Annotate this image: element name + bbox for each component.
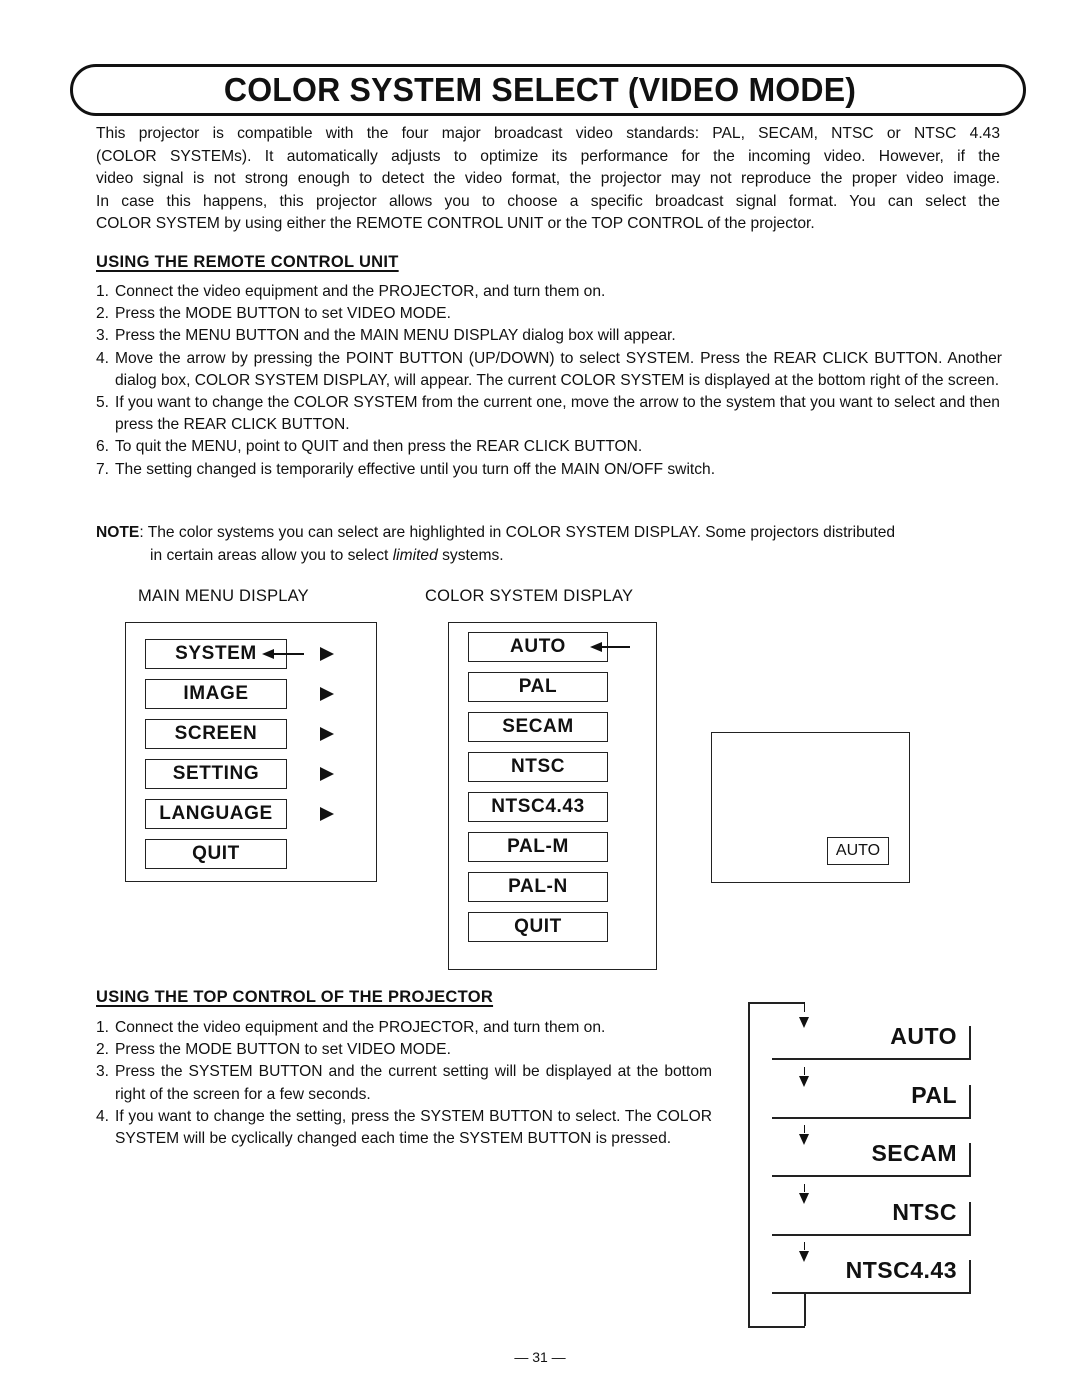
cycle-arrow-stem (803, 1125, 805, 1133)
cycle-item-ntsc: NTSC (892, 1198, 957, 1225)
submenu-arrow-icon (320, 807, 334, 821)
intro-line: COLOR SYSTEM by using either the REMOTE … (96, 215, 815, 232)
color-system-item-pal-n[interactable]: PAL-N (468, 872, 608, 902)
main-menu-caption: MAIN MENU DISPLAY (138, 587, 309, 605)
selection-pointer-icon (590, 642, 630, 652)
note-emphasis: limited (392, 546, 438, 564)
color-system-item-ntsc[interactable]: NTSC (468, 752, 608, 782)
note-continuation: in certain areas allow you to select lim… (96, 545, 1002, 568)
step-text: Press the MODE BUTTON to set VIDEO MODE. (115, 1041, 451, 1059)
cycle-box-right (969, 1084, 971, 1117)
cycle-box-bottom (772, 1292, 971, 1294)
list-item: 1. Connect the video equipment and the PR… (96, 1017, 712, 1039)
list-item: 6. To quit the MENU, point to QUIT and th… (96, 436, 1002, 458)
step-number: 4. (96, 349, 110, 367)
cycle-loop-top (748, 1002, 804, 1004)
step-text: Connect the video equipment and the PROJ… (115, 283, 606, 300)
step-text: Connect the video equipment and the PROJ… (115, 1019, 606, 1036)
step-number: 3. (96, 1063, 110, 1081)
step-number: 7. (96, 460, 110, 478)
cycle-loop-left (748, 1002, 750, 1326)
note-text: : The color systems you can select are h… (139, 524, 896, 541)
note-text-cont: in certain areas allow you to select (150, 546, 393, 564)
color-system-item-pal-m[interactable]: PAL-M (468, 832, 608, 862)
step-number: 2. (96, 305, 110, 323)
main-menu-item-image[interactable]: IMAGE (145, 679, 287, 709)
cycle-return-stub (804, 1292, 806, 1326)
color-system-item-auto[interactable]: AUTO (468, 632, 608, 662)
step-number: 1. (96, 1019, 110, 1036)
list-item: 4. If you want to change the setting, pre… (96, 1106, 712, 1150)
intro-line: In case this happens, this projector all… (96, 192, 1000, 210)
list-item: 1. Connect the video equipment and the PR… (96, 281, 1002, 303)
cycle-arrow-stem (803, 1242, 805, 1250)
step-text: Press the MODE BUTTON to set VIDEO MODE. (115, 305, 451, 323)
cycle-box-bottom (772, 1234, 971, 1236)
cycle-arrow-stem (803, 1183, 805, 1192)
step-text: Press the SYSTEM BUTTON and the current … (115, 1063, 712, 1103)
top-section-heading: USING THE TOP CONTROL OF THE PROJECTOR (96, 988, 494, 1006)
main-menu-item-setting[interactable]: SETTING (145, 759, 287, 789)
selection-pointer-icon (262, 649, 304, 659)
intro-line: This projector is compatible with the fo… (96, 125, 1000, 142)
main-menu-item-quit[interactable]: QUIT (145, 839, 287, 869)
step-number: 1. (96, 283, 110, 300)
note-paragraph: NOTE: The color systems you can select a… (96, 522, 1002, 567)
color-system-item-secam[interactable]: SECAM (468, 712, 608, 742)
submenu-arrow-icon (320, 767, 334, 781)
intro-line: video signal is not strong enough to det… (96, 170, 1000, 187)
step-text: Press the MENU BUTTON and the MAIN MENU … (115, 327, 676, 345)
list-item: 2. Press the MODE BUTTON to set VIDEO MOD… (96, 1039, 712, 1061)
submenu-arrow-icon (320, 727, 334, 741)
step-text: The setting changed is temporarily effec… (115, 460, 716, 478)
color-system-caption: COLOR SYSTEM DISPLAY (425, 587, 634, 605)
cycle-arrow-stem (803, 1002, 805, 1012)
cycle-box-right (969, 1143, 971, 1175)
step-number: 3. (96, 327, 110, 345)
top-steps-list: 1. Connect the video equipment and the PR… (96, 1017, 712, 1150)
main-menu-item-language[interactable]: LANGUAGE (145, 799, 287, 829)
cycle-item-auto: AUTO (890, 1023, 957, 1049)
cycle-item-ntsc4-43: NTSC4.43 (845, 1257, 957, 1283)
step-text: If you want to change the setting, press… (115, 1107, 712, 1148)
step-text: To quit the MENU, point to QUIT and then… (115, 438, 643, 456)
step-number: 4. (96, 1107, 110, 1125)
cycle-box-right (969, 1201, 971, 1234)
page-title: COLOR SYSTEM SELECT (VIDEO MODE) (223, 71, 857, 108)
cycle-loop-bottom (748, 1326, 805, 1328)
cycle-arrow-stem (803, 1066, 805, 1075)
intro-line: (COLOR SYSTEMs). It automatically adjust… (96, 147, 1000, 165)
main-menu-item-screen[interactable]: SCREEN (145, 719, 287, 749)
step-number: 6. (96, 438, 110, 456)
step-text: If you want to change the COLOR SYSTEM f… (115, 394, 1000, 434)
cycle-box-right (969, 1026, 971, 1058)
note-text-after: systems. (437, 546, 504, 564)
step-number: 5. (96, 394, 110, 412)
intro-paragraph: This projector is compatible with the fo… (96, 123, 1000, 236)
cycle-box-bottom (772, 1058, 971, 1060)
list-item: 3. Press the MENU BUTTON and the MAIN MEN… (96, 325, 1002, 347)
color-system-item-ntsc4-43[interactable]: NTSC4.43 (468, 792, 608, 822)
note-label: NOTE (96, 524, 140, 541)
color-system-item-pal[interactable]: PAL (468, 672, 608, 702)
color-system-item-quit[interactable]: QUIT (468, 912, 608, 942)
list-item: 5. If you want to change the COLOR SYSTEM… (96, 392, 1002, 436)
cycle-box-right (969, 1260, 971, 1292)
cycle-item-pal: PAL (911, 1081, 957, 1108)
current-system-badge: AUTO (827, 837, 889, 865)
list-item: 2. Press the MODE BUTTON to set VIDEO MOD… (96, 303, 1002, 325)
step-number: 2. (96, 1041, 110, 1059)
remote-section-heading: USING THE REMOTE CONTROL UNIT (96, 253, 399, 271)
list-item: 4. Move the arrow by pressing the POINT B… (96, 348, 1002, 392)
list-item: 3. Press the SYSTEM BUTTON and the curren… (96, 1061, 712, 1105)
page-number: — 31 — (514, 1349, 566, 1365)
submenu-arrow-icon (320, 687, 334, 701)
remote-steps-list: 1. Connect the video equipment and the PR… (96, 281, 1002, 481)
cycle-item-secam: SECAM (871, 1140, 957, 1166)
cycle-box-bottom (772, 1117, 971, 1119)
step-text: Move the arrow by pressing the POINT BUT… (115, 349, 1002, 389)
list-item: 7. The setting changed is temporarily eff… (96, 459, 1002, 481)
submenu-arrow-icon (320, 647, 334, 661)
cycle-box-bottom (772, 1175, 971, 1177)
